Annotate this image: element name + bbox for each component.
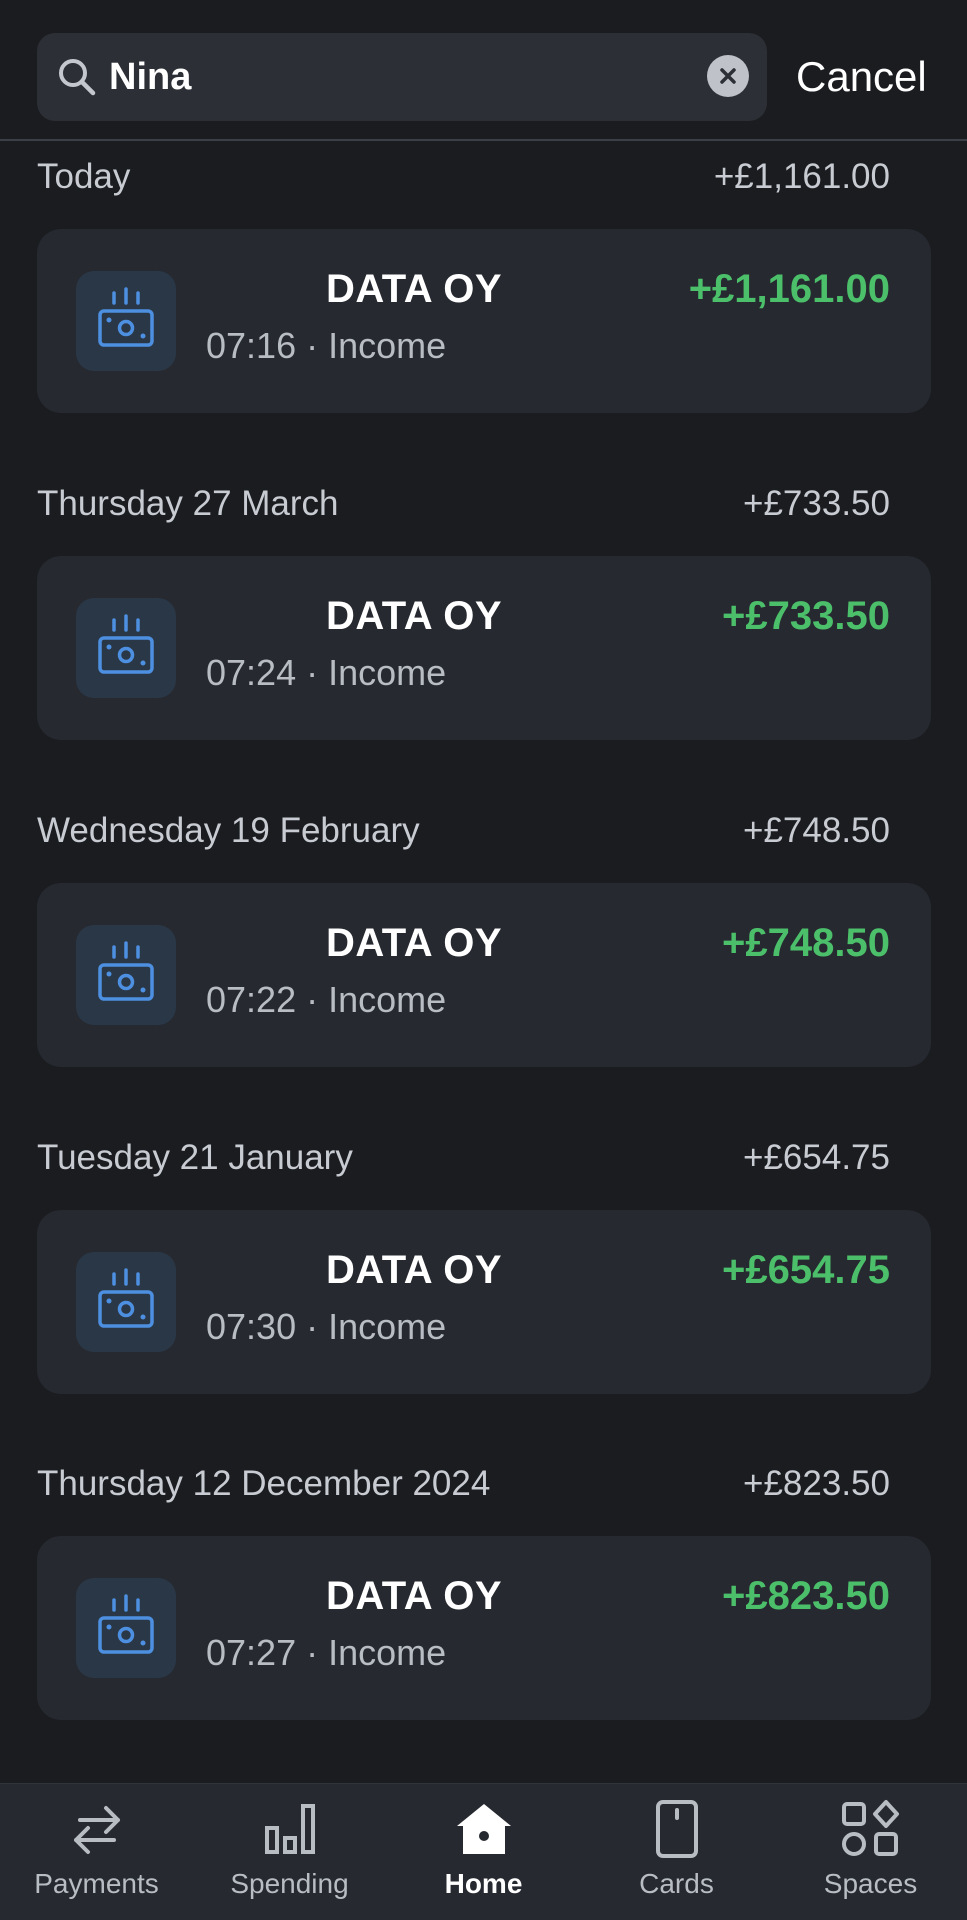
date-group-header: Thursday 12 December 2024 +£823.50 (37, 1459, 890, 1509)
group-total: +£748.50 (743, 811, 890, 850)
transaction-amount: +£748.50 (722, 921, 890, 965)
merchant-name: DATA OY (326, 594, 503, 638)
nav-item-home[interactable]: Home (387, 1784, 580, 1920)
nav-label: Home (444, 1868, 523, 1899)
group-total: +£733.50 (743, 484, 890, 523)
group-date: Thursday 12 December 2024 (37, 1464, 491, 1503)
transaction-meta: 07:24 · Income (206, 652, 447, 693)
group-total: +£654.75 (743, 1138, 890, 1177)
transaction-amount: +£823.50 (722, 1574, 890, 1618)
transaction-row[interactable]: DATA OY 07:30 · Income +£654.75 (37, 1210, 931, 1394)
transaction-amount: +£1,161.00 (688, 267, 890, 311)
transaction-amount: +£654.75 (722, 1248, 890, 1292)
cash-income-icon (98, 1594, 154, 1654)
nav-label: Spaces (823, 1868, 918, 1899)
nav-label: Cards (639, 1868, 714, 1899)
bottom-nav: Payments Spending Home Cards Spaces (0, 1783, 967, 1920)
close-icon (720, 68, 736, 84)
cancel-button[interactable]: Cancel (796, 33, 927, 121)
transaction-meta: 07:30 · Income (206, 1306, 447, 1347)
search-input[interactable]: Nina (109, 33, 191, 121)
income-icon-tile (76, 598, 176, 698)
income-icon-tile (76, 271, 176, 371)
income-icon-tile (76, 925, 176, 1025)
nav-item-spaces[interactable]: Spaces (774, 1784, 967, 1920)
transaction-amount: +£733.50 (722, 594, 890, 638)
transaction-row[interactable]: DATA OY 07:24 · Income +£733.50 (37, 556, 931, 740)
cash-income-icon (98, 1268, 154, 1328)
card-icon (656, 1800, 698, 1858)
date-group-header: Thursday 27 March +£733.50 (37, 479, 890, 529)
transaction-meta: 07:16 · Income (206, 325, 447, 366)
spaces-icon (842, 1800, 899, 1856)
bar-chart-icon (265, 1804, 315, 1854)
transaction-row[interactable]: DATA OY 07:16 · Income +£1,161.00 (37, 229, 931, 413)
group-date: Today (37, 157, 131, 196)
group-date: Tuesday 21 January (37, 1138, 353, 1177)
group-total: +£823.50 (743, 1464, 890, 1503)
page: Nina Cancel Today +£1,161.00 DATA OY 07:… (0, 0, 967, 1920)
clear-search-button[interactable] (707, 55, 749, 97)
search-header: Nina Cancel (0, 0, 967, 141)
date-group-header: Today +£1,161.00 (37, 152, 890, 202)
merchant-name: DATA OY (326, 921, 503, 965)
nav-item-payments[interactable]: Payments (0, 1784, 193, 1920)
search-icon (59, 59, 96, 96)
income-icon-tile (76, 1252, 176, 1352)
transaction-row[interactable]: DATA OY 07:22 · Income +£748.50 (37, 883, 931, 1067)
home-icon (457, 1804, 511, 1854)
income-icon-tile (76, 1578, 176, 1678)
date-group-header: Wednesday 19 February +£748.50 (37, 806, 890, 856)
cash-income-icon (98, 287, 154, 347)
cash-income-icon (98, 614, 154, 674)
date-group-header: Tuesday 21 January +£654.75 (37, 1133, 890, 1183)
nav-label: Payments (34, 1868, 159, 1899)
group-total: +£1,161.00 (713, 157, 890, 196)
nav-label: Spending (230, 1868, 349, 1899)
merchant-name: DATA OY (326, 1574, 503, 1618)
nav-item-cards[interactable]: Cards (580, 1784, 773, 1920)
merchant-name: DATA OY (326, 1248, 503, 1292)
nav-item-spending[interactable]: Spending (193, 1784, 386, 1920)
cash-income-icon (98, 941, 154, 1001)
search-field[interactable]: Nina (37, 33, 767, 121)
merchant-name: DATA OY (326, 267, 503, 311)
payments-arrows-icon (74, 1806, 120, 1854)
group-date: Wednesday 19 February (37, 811, 420, 850)
group-date: Thursday 27 March (37, 484, 339, 523)
transaction-meta: 07:27 · Income (206, 1632, 447, 1673)
transaction-meta: 07:22 · Income (206, 979, 447, 1020)
transaction-row[interactable]: DATA OY 07:27 · Income +£823.50 (37, 1536, 931, 1720)
